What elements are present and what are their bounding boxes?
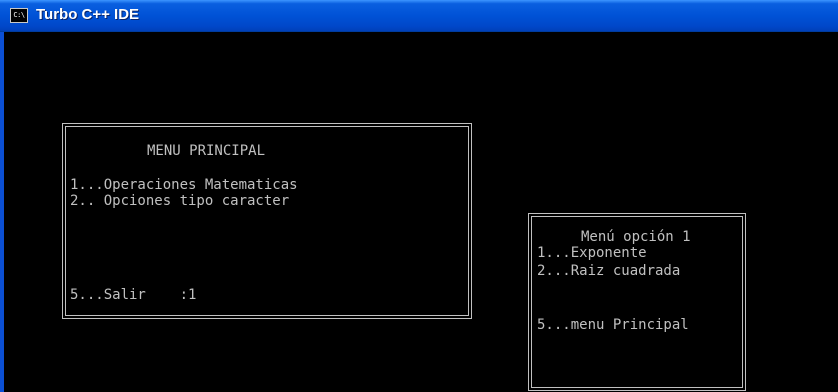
submenu-item-1: 1...Exponente — [537, 245, 647, 261]
window-titlebar[interactable]: C:\ Turbo C++ IDE — [0, 0, 838, 32]
console-app-icon[interactable]: C:\ — [10, 8, 28, 23]
main-menu-exit-prompt: 5...Salir :1 — [70, 287, 197, 303]
submenu-item-2: 2...Raiz cuadrada — [537, 263, 681, 279]
window-left-border — [0, 32, 4, 392]
window-title: Turbo C++ IDE — [36, 6, 140, 23]
submenu-title: Menú opción 1 — [581, 229, 691, 245]
main-menu-item-2: 2.. Opciones tipo caracter — [70, 193, 290, 209]
submenu-back-item: 5...menu Principal — [537, 317, 689, 333]
main-menu-item-1: 1...Operaciones Matematicas — [70, 177, 298, 193]
main-menu-title: MENU PRINCIPAL — [147, 143, 266, 159]
